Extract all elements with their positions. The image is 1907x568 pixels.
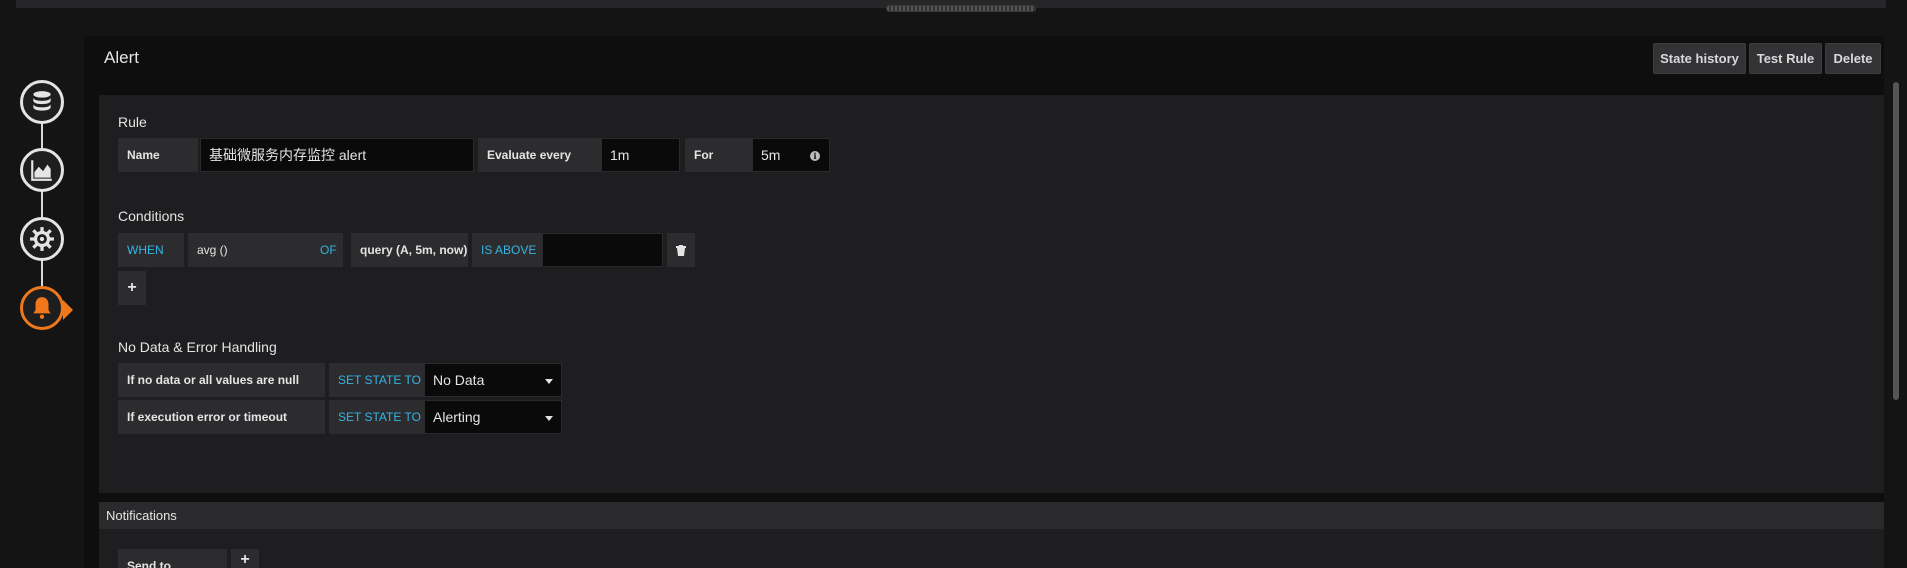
nav-queries[interactable] <box>20 80 64 124</box>
add-notification-button[interactable]: + <box>231 549 259 568</box>
caret-down-icon <box>545 379 553 384</box>
threshold-input[interactable] <box>542 233 663 267</box>
reducer-select[interactable]: avg () <box>188 233 311 267</box>
area-chart-icon <box>31 160 52 181</box>
nav-visualization[interactable] <box>20 148 64 192</box>
nav-general[interactable] <box>20 217 64 261</box>
when-keyword: WHEN <box>118 233 184 267</box>
page-title: Alert <box>104 48 139 67</box>
add-condition-button[interactable]: + <box>118 271 146 305</box>
evaluate-every-input[interactable]: 1m <box>601 138 680 172</box>
nav-rail <box>41 100 43 312</box>
active-indicator <box>63 300 73 320</box>
conditions-heading: Conditions <box>118 208 185 224</box>
delete-condition-button[interactable] <box>667 233 695 267</box>
gear-icon <box>30 227 54 251</box>
trash-icon <box>676 244 686 256</box>
for-value: 5m <box>761 147 781 163</box>
state-history-button[interactable]: State history <box>1653 43 1746 74</box>
caret-down-icon <box>545 416 553 421</box>
set-state-keyword: SET STATE TO <box>329 400 424 434</box>
resize-handle[interactable] <box>886 5 1036 12</box>
evaluate-every-label: Evaluate every <box>478 138 601 172</box>
rule-heading: Rule <box>118 114 147 130</box>
of-keyword: OF <box>311 233 343 267</box>
delete-button[interactable]: Delete <box>1825 43 1881 74</box>
info-icon[interactable]: i <box>810 151 820 161</box>
error-label: If execution error or timeout <box>118 400 325 434</box>
nodata-state-value: No Data <box>433 372 485 388</box>
query-select[interactable]: query (A, 5m, now) <box>351 233 468 267</box>
nodata-state-select[interactable]: No Data <box>424 363 562 397</box>
notifications-section <box>99 529 1884 568</box>
evaluator-select[interactable]: IS ABOVE <box>472 233 542 267</box>
nodata-label: If no data or all values are null <box>118 363 325 397</box>
database-icon <box>33 91 51 111</box>
error-state-select[interactable]: Alerting <box>424 400 562 434</box>
for-input[interactable]: 5m i <box>752 138 830 172</box>
nav-alert[interactable] <box>20 286 64 330</box>
set-state-keyword: SET STATE TO <box>329 363 424 397</box>
scrollbar[interactable] <box>1893 82 1899 400</box>
name-label: Name <box>118 138 198 172</box>
bell-icon <box>33 297 51 319</box>
for-label: For <box>685 138 752 172</box>
test-rule-button[interactable]: Test Rule <box>1749 43 1822 74</box>
nodata-heading: No Data & Error Handling <box>118 339 277 355</box>
name-input[interactable]: 基础微服务内存监控 alert <box>200 138 474 172</box>
send-to-label: Send to <box>118 549 227 568</box>
error-state-value: Alerting <box>433 409 481 425</box>
notifications-heading: Notifications <box>99 502 1884 529</box>
